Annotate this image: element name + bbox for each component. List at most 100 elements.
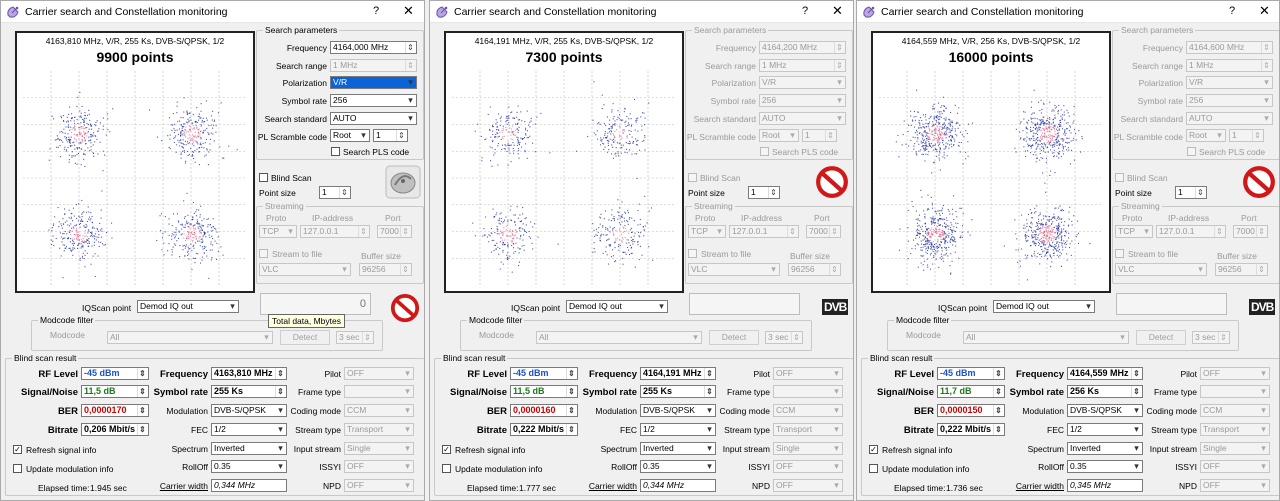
modcode-select[interactable]: All: [107, 331, 273, 344]
polarization-select[interactable]: V/R: [330, 76, 417, 89]
proto-select[interactable]: TCP: [688, 225, 726, 238]
frequency-input[interactable]: 4164,200 MHz: [759, 41, 846, 54]
frame-type-label: Frame type: [1154, 387, 1197, 397]
polarization-select[interactable]: V/R: [759, 76, 846, 89]
search-range-input[interactable]: 1 MHz: [1186, 59, 1273, 72]
search-standard-select[interactable]: AUTO: [330, 112, 417, 125]
update-modulation-checkbox[interactable]: [869, 464, 878, 473]
elapsed-time-label: Elapsed time:: [894, 483, 946, 493]
close-button[interactable]: ✕: [832, 3, 843, 19]
player-select[interactable]: VLC: [688, 263, 780, 276]
port-input[interactable]: 7000: [1233, 225, 1268, 238]
ip-address-input[interactable]: 127.0.0.1: [729, 225, 799, 238]
stream-type-label: Stream type: [724, 425, 770, 435]
blind-scan-checkbox[interactable]: [1115, 173, 1124, 182]
update-modulation-checkbox[interactable]: [13, 464, 22, 473]
carrier-search-window-1: Carrier search and Constellation monitor…: [0, 0, 425, 501]
point-size-input[interactable]: 1: [748, 186, 780, 199]
right-logo: DVB: [818, 293, 850, 323]
port-input[interactable]: 7000: [377, 225, 412, 238]
pl-code-input[interactable]: 1: [1229, 129, 1264, 142]
input-stream-label: Input stream: [293, 444, 341, 454]
elapsed-time-value: 1.736 sec: [946, 483, 983, 493]
search-pls-label: Search PLS code: [343, 147, 410, 157]
port-input[interactable]: 7000: [806, 225, 841, 238]
stop-button[interactable]: [814, 165, 850, 199]
help-button[interactable]: ?: [1229, 5, 1235, 17]
modulation-label: Modulation: [1022, 406, 1064, 416]
symbol-rate-select[interactable]: 256: [759, 94, 846, 107]
blind-scan-checkbox[interactable]: [688, 173, 697, 182]
close-button[interactable]: ✕: [1259, 3, 1270, 19]
detect-button[interactable]: Detect: [709, 330, 759, 345]
detect-button[interactable]: Detect: [280, 330, 330, 345]
bitrate-label: Bitrate: [476, 425, 507, 436]
symbol-rate-label: Symbol rate: [281, 96, 327, 106]
refresh-signal-checkbox[interactable]: ✓: [13, 445, 22, 454]
refresh-signal-checkbox[interactable]: ✓: [869, 445, 878, 454]
point-size-input[interactable]: 1: [319, 186, 351, 199]
point-size-input[interactable]: 1: [1175, 186, 1207, 199]
stop-button[interactable]: [1241, 165, 1277, 199]
iqscan-point-select[interactable]: Demod IQ out: [993, 300, 1095, 313]
ip-address-input[interactable]: 127.0.0.1: [1156, 225, 1226, 238]
issyi-label: ISSYI: [748, 462, 770, 472]
help-button[interactable]: ?: [373, 5, 379, 17]
detect-time-input[interactable]: 3 sec: [765, 331, 803, 344]
search-pls-checkbox[interactable]: [331, 147, 340, 156]
iqscan-point-select[interactable]: Demod IQ out: [137, 300, 239, 313]
buffer-size-input[interactable]: 96256: [359, 263, 412, 276]
iqscan-point-select[interactable]: Demod IQ out: [566, 300, 668, 313]
ber-value: 0,0000160: [510, 404, 578, 417]
proto-select[interactable]: TCP: [259, 225, 297, 238]
frequency-input[interactable]: 4164,600 MHz: [1186, 41, 1273, 54]
stream-to-file-checkbox[interactable]: [259, 249, 268, 258]
iqscan-point-label: IQScan point: [82, 303, 132, 313]
player-select[interactable]: VLC: [1115, 263, 1207, 276]
detect-time-input[interactable]: 3 sec: [1192, 331, 1230, 344]
proto-select[interactable]: TCP: [1115, 225, 1153, 238]
close-button[interactable]: ✕: [403, 3, 414, 19]
search-range-input[interactable]: 1 MHz: [330, 59, 417, 72]
ip-address-input[interactable]: 127.0.0.1: [300, 225, 370, 238]
modcode-select[interactable]: All: [536, 331, 702, 344]
search-standard-select[interactable]: AUTO: [759, 112, 846, 125]
start-button[interactable]: [385, 165, 421, 199]
search-range-input[interactable]: 1 MHz: [759, 59, 846, 72]
search-pls-checkbox[interactable]: [760, 147, 769, 156]
carrier-width-link[interactable]: Carrier width: [141, 481, 208, 491]
polarization-select[interactable]: V/R: [1186, 76, 1273, 89]
pl-root-select[interactable]: Root: [1186, 129, 1226, 142]
stream-to-file-checkbox[interactable]: [1115, 249, 1124, 258]
dvb-logo: DVB: [822, 299, 849, 315]
stream-to-file-checkbox[interactable]: [688, 249, 697, 258]
player-select[interactable]: VLC: [259, 263, 351, 276]
buffer-size-input[interactable]: 96256: [1215, 263, 1268, 276]
symbol-rate-select[interactable]: 256: [1186, 94, 1273, 107]
modulation-label: Modulation: [166, 406, 208, 416]
pilot-label: Pilot: [753, 369, 770, 379]
update-modulation-checkbox[interactable]: [442, 464, 451, 473]
carrier-width-link[interactable]: Carrier width: [570, 481, 637, 491]
search-pls-checkbox[interactable]: [1187, 147, 1196, 156]
detect-time-input[interactable]: 3 sec: [336, 331, 374, 344]
symbol-rate-select[interactable]: 256: [330, 94, 417, 107]
carrier-width-link[interactable]: Carrier width: [997, 481, 1064, 491]
refresh-signal-checkbox[interactable]: ✓: [442, 445, 451, 454]
frequency-input[interactable]: 4164,000 MHz: [330, 41, 417, 54]
help-button[interactable]: ?: [802, 5, 808, 17]
pl-code-input[interactable]: 1: [373, 129, 408, 142]
pl-root-select[interactable]: Root: [330, 129, 370, 142]
buffer-size-input[interactable]: 96256: [788, 263, 841, 276]
spectrum-label: Spectrum: [1027, 444, 1064, 454]
pl-root-select[interactable]: Root: [759, 129, 799, 142]
proto-label: Proto: [266, 213, 287, 223]
pl-code-input[interactable]: 1: [802, 129, 837, 142]
stop-button[interactable]: [389, 293, 421, 323]
detect-button[interactable]: Detect: [1136, 330, 1186, 345]
proto-label: Proto: [695, 213, 716, 223]
modcode-select[interactable]: All: [963, 331, 1129, 344]
search-standard-select[interactable]: AUTO: [1186, 112, 1273, 125]
total-data-tooltip: Total data, Mbytes: [268, 314, 345, 328]
blind-scan-checkbox[interactable]: [259, 173, 268, 182]
